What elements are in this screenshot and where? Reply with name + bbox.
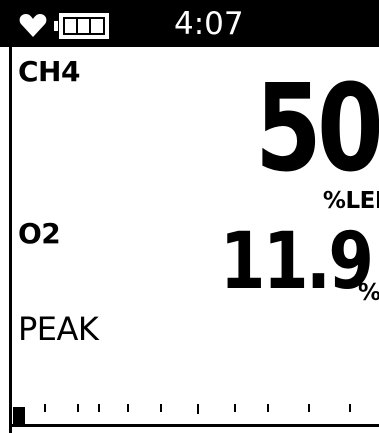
peak-bar-tick xyxy=(267,404,269,412)
peak-bar-baseline xyxy=(10,424,379,427)
peak-bar-tick xyxy=(77,404,79,412)
peak-bar-tick xyxy=(127,404,129,412)
peak-bar-tick xyxy=(234,404,236,412)
peak-bar-tick xyxy=(44,404,46,412)
o2-unit: % xyxy=(357,280,379,306)
peak-bar-graph xyxy=(10,404,379,427)
battery-icon xyxy=(54,13,109,39)
peak-bar-tick xyxy=(349,404,351,412)
peak-bar-fill xyxy=(13,407,25,425)
ch4-label: CH4 xyxy=(18,55,80,88)
peak-bar-tick xyxy=(308,404,310,412)
clock: 4:07 xyxy=(174,6,244,42)
ch4-reading: 50 xyxy=(255,60,379,199)
ch4-unit: %LEL xyxy=(322,188,379,214)
peak-bar-tick xyxy=(98,404,100,412)
gas-monitor-display: 4:07 CH4 50 %LEL O2 11.9 % PEAK xyxy=(0,0,379,433)
status-bar: 4:07 xyxy=(0,0,379,47)
o2-label: O2 xyxy=(18,217,61,250)
heart-icon xyxy=(19,14,47,37)
left-divider xyxy=(9,47,12,433)
peak-label: PEAK xyxy=(18,310,99,348)
peak-bar-tick xyxy=(160,404,162,412)
peak-bar-tick xyxy=(197,404,199,414)
o2-reading: 11.9 xyxy=(219,217,373,307)
